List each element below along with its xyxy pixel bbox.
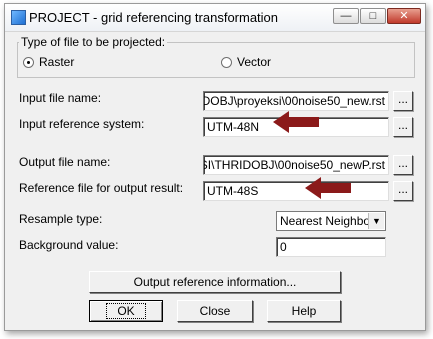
minimize-icon[interactable]: — (333, 8, 359, 24)
input-reference-arrow-icon (273, 111, 319, 133)
title-bar: PROJECT - grid referencing transformatio… (5, 4, 425, 32)
vector-label: Vector (237, 55, 272, 69)
output-reference-arrow-icon (305, 177, 351, 199)
raster-label: Raster (39, 55, 75, 69)
close-icon[interactable]: ✕ (387, 8, 421, 24)
maximize-icon[interactable]: □ (360, 8, 386, 24)
output-reference-information-button[interactable]: Output reference information... (89, 271, 341, 293)
input-reference-browse-button[interactable]: ... (393, 117, 413, 137)
close-button[interactable]: Close (177, 300, 253, 322)
input-file-label: Input file name: (19, 91, 102, 105)
ok-button[interactable]: OK (89, 300, 163, 322)
help-button[interactable]: Help (267, 300, 341, 322)
output-reference-browse-button[interactable]: ... (393, 181, 413, 201)
resample-label: Resample type: (19, 212, 103, 226)
background-label: Background value: (19, 238, 119, 252)
input-file-browse-button[interactable]: ... (393, 91, 413, 111)
app-icon (11, 10, 26, 25)
resample-select-value: Nearest Neighbor (280, 214, 375, 228)
output-file-browse-button[interactable]: ... (393, 155, 413, 175)
ok-button-label: OK (106, 303, 146, 319)
output-reference-label: Reference file for output result: (19, 181, 184, 195)
input-reference-label: Input reference system: (19, 117, 145, 131)
file-type-group-label: Type of file to be projected: (19, 35, 168, 49)
output-reference-field[interactable]: UTM-48S (203, 181, 389, 201)
resample-select[interactable]: Nearest Neighbor ▼ (276, 211, 386, 231)
output-reference-arrow-shape (305, 177, 351, 199)
output-file-field[interactable]: ISI\THRIDOBJ\00noise50_newP.rst (203, 155, 389, 175)
background-value-field[interactable]: 0 (276, 237, 386, 257)
output-file-label: Output file name: (19, 155, 111, 169)
raster-radio[interactable] (23, 57, 34, 68)
vector-radio[interactable] (221, 57, 232, 68)
window-title: PROJECT - grid referencing transformatio… (29, 10, 279, 25)
input-file-field[interactable]: RIDOBJ\proyeksi\00noise50_new.rst (203, 91, 389, 111)
input-reference-arrow-shape (273, 111, 319, 133)
chevron-down-icon[interactable]: ▼ (368, 213, 384, 229)
project-dialog: PROJECT - grid referencing transformatio… (4, 3, 426, 331)
